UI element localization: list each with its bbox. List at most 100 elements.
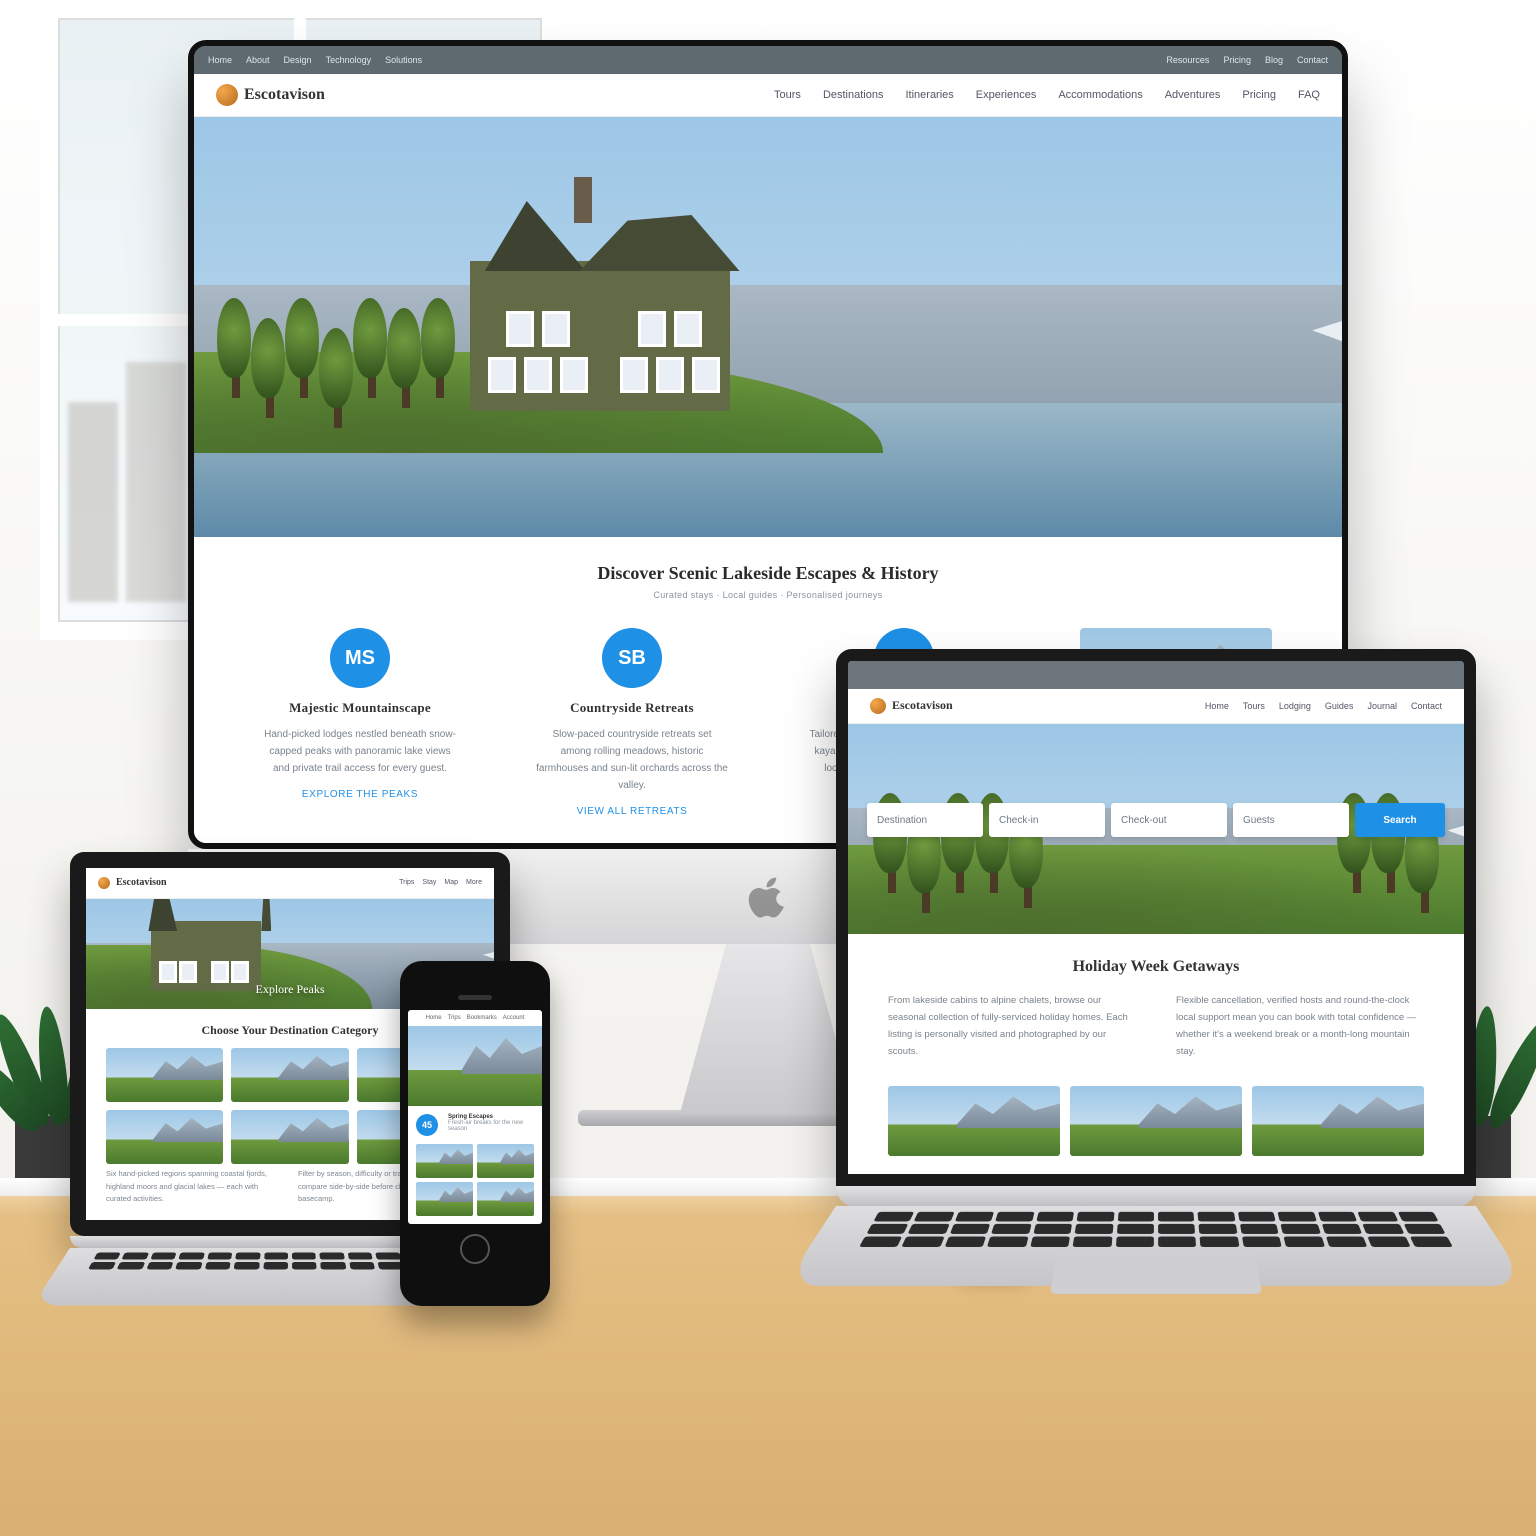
- nav-item[interactable]: More: [466, 879, 482, 886]
- site-header: Escotavison Trips Stay Map More: [86, 868, 494, 899]
- nav-item[interactable]: Trips: [448, 1015, 461, 1021]
- phone-nav: Home Trips Bookmarks Account: [408, 1010, 542, 1026]
- nav-item[interactable]: Home: [1205, 701, 1229, 711]
- device-iphone: Home Trips Bookmarks Account 45 Spring E…: [400, 961, 550, 1306]
- nav-item[interactable]: Itineraries: [905, 89, 953, 101]
- search-guests-input[interactable]: Guests: [1233, 803, 1349, 837]
- logo-mark-icon: [216, 84, 238, 106]
- site-logo[interactable]: Escotavison: [216, 84, 325, 106]
- hero-house: [470, 261, 730, 411]
- site-logo[interactable]: Escotavison: [870, 698, 953, 714]
- gallery-thumb[interactable]: [888, 1086, 1060, 1156]
- feature-title: Majestic Mountainscape: [264, 700, 456, 716]
- browser-tab[interactable]: Blog: [1265, 55, 1283, 65]
- laptop-site: Escotavison Home Tours Lodging Guides Jo…: [848, 661, 1464, 1174]
- feature-link[interactable]: VIEW ALL RETREATS: [536, 806, 728, 817]
- feature-link[interactable]: EXPLORE THE PEAKS: [264, 789, 456, 800]
- brand-name: Escotavison: [116, 877, 167, 888]
- section-subtitle: Curated stays · Local guides · Personali…: [264, 590, 1272, 600]
- browser-tab[interactable]: Home: [208, 55, 232, 65]
- feature-text: Slow-paced countryside retreats set amon…: [536, 726, 728, 794]
- browser-tab[interactable]: Contact: [1297, 55, 1328, 65]
- body-copy: Flexible cancellation, verified hosts an…: [1176, 992, 1424, 1060]
- nav-item[interactable]: Map: [444, 879, 458, 886]
- nav-item[interactable]: Trips: [399, 879, 414, 886]
- gallery-thumb[interactable]: [1070, 1086, 1242, 1156]
- phone-home-button[interactable]: [460, 1234, 490, 1264]
- gallery-thumb[interactable]: [106, 1048, 223, 1102]
- primary-nav: Tours Destinations Itineraries Experienc…: [774, 89, 1320, 101]
- brand-name: Escotavison: [892, 698, 953, 713]
- brand-name: Escotavison: [244, 86, 325, 104]
- nav-item[interactable]: FAQ: [1298, 89, 1320, 101]
- phone-gallery: [408, 1144, 542, 1224]
- nav-item[interactable]: Destinations: [823, 89, 884, 101]
- search-button[interactable]: Search: [1355, 803, 1445, 837]
- gallery-thumb[interactable]: [477, 1144, 534, 1178]
- phone-hero: [408, 1026, 542, 1106]
- gallery-thumb[interactable]: [106, 1110, 223, 1164]
- nav-item[interactable]: Experiences: [976, 89, 1037, 101]
- browser-tab-strip: Home About Design Technology Solutions R…: [194, 46, 1342, 74]
- logo-mark-icon: [870, 698, 886, 714]
- gallery-thumb[interactable]: [416, 1144, 473, 1178]
- gallery-thumb[interactable]: [1252, 1086, 1424, 1156]
- gallery-thumb[interactable]: [231, 1110, 348, 1164]
- site-header: Escotavison Tours Destinations Itinerari…: [194, 74, 1342, 117]
- nav-item[interactable]: Contact: [1411, 701, 1442, 711]
- device-macbook: Escotavison Home Tours Lodging Guides Jo…: [836, 649, 1476, 1326]
- browser-chrome: [848, 661, 1464, 689]
- nav-item[interactable]: Pricing: [1242, 89, 1276, 101]
- hero-search-bar: Destination Check-in Check-out Guests Se…: [867, 803, 1445, 837]
- hero-image: [194, 117, 1342, 537]
- nav-item[interactable]: Tours: [774, 89, 801, 101]
- feature-card: MS Majestic Mountainscape Hand-picked lo…: [264, 628, 456, 817]
- apple-logo-icon: [746, 875, 790, 919]
- laptop-gallery: [848, 1080, 1464, 1174]
- primary-nav: Home Tours Lodging Guides Journal Contac…: [1205, 701, 1442, 711]
- nav-item[interactable]: Bookmarks: [467, 1015, 497, 1021]
- feature-title: Countryside Retreats: [536, 700, 728, 716]
- macbook-keyboard: [784, 1206, 1529, 1286]
- nav-item[interactable]: Accommodations: [1058, 89, 1142, 101]
- nav-item[interactable]: Account: [503, 1015, 525, 1021]
- browser-tab[interactable]: Design: [284, 55, 312, 65]
- feature-text: Hand-picked lodges nestled beneath snow-…: [264, 726, 456, 777]
- search-destination-input[interactable]: Destination: [867, 803, 983, 837]
- site-logo[interactable]: Escotavison: [98, 877, 167, 889]
- feature-badge-icon: 45: [416, 1114, 438, 1136]
- browser-tab[interactable]: Pricing: [1223, 55, 1251, 65]
- laptop-heading: Holiday Week Getaways: [888, 958, 1424, 976]
- section-title: Discover Scenic Lakeside Escapes & Histo…: [264, 563, 1272, 584]
- nav-item[interactable]: Stay: [422, 879, 436, 886]
- browser-tab[interactable]: Technology: [326, 55, 372, 65]
- feature-text: Fresh-air breaks for the new season: [448, 1120, 534, 1132]
- phone-site: Home Trips Bookmarks Account 45 Spring E…: [408, 1010, 542, 1224]
- search-checkout-input[interactable]: Check-out: [1111, 803, 1227, 837]
- site-header: Escotavison Home Tours Lodging Guides Jo…: [848, 689, 1464, 724]
- browser-tab[interactable]: About: [246, 55, 270, 65]
- primary-nav: Trips Stay Map More: [399, 879, 482, 886]
- nav-item[interactable]: Lodging: [1279, 701, 1311, 711]
- browser-tab[interactable]: Solutions: [385, 55, 422, 65]
- feature-badge-icon: SB: [602, 628, 662, 688]
- body-copy: Six hand-picked regions spanning coastal…: [106, 1168, 282, 1206]
- phone-feature: 45 Spring Escapes Fresh-air breaks for t…: [408, 1106, 542, 1144]
- logo-mark-icon: [98, 877, 110, 889]
- body-copy: From lakeside cabins to alpine chalets, …: [888, 992, 1136, 1060]
- nav-item[interactable]: Guides: [1325, 701, 1354, 711]
- phone-speaker: [458, 995, 492, 1000]
- search-checkin-input[interactable]: Check-in: [989, 803, 1105, 837]
- nav-item[interactable]: Journal: [1367, 701, 1397, 711]
- browser-tab[interactable]: Resources: [1166, 55, 1209, 65]
- laptop-hero: Destination Check-in Check-out Guests Se…: [848, 724, 1464, 934]
- laptop-body: Holiday Week Getaways From lakeside cabi…: [848, 934, 1464, 1080]
- feature-badge-icon: MS: [330, 628, 390, 688]
- feature-card: SB Countryside Retreats Slow-paced count…: [536, 628, 728, 817]
- nav-item[interactable]: Tours: [1243, 701, 1265, 711]
- gallery-thumb[interactable]: [477, 1182, 534, 1216]
- nav-item[interactable]: Adventures: [1165, 89, 1221, 101]
- nav-item[interactable]: Home: [426, 1015, 442, 1021]
- gallery-thumb[interactable]: [416, 1182, 473, 1216]
- gallery-thumb[interactable]: [231, 1048, 348, 1102]
